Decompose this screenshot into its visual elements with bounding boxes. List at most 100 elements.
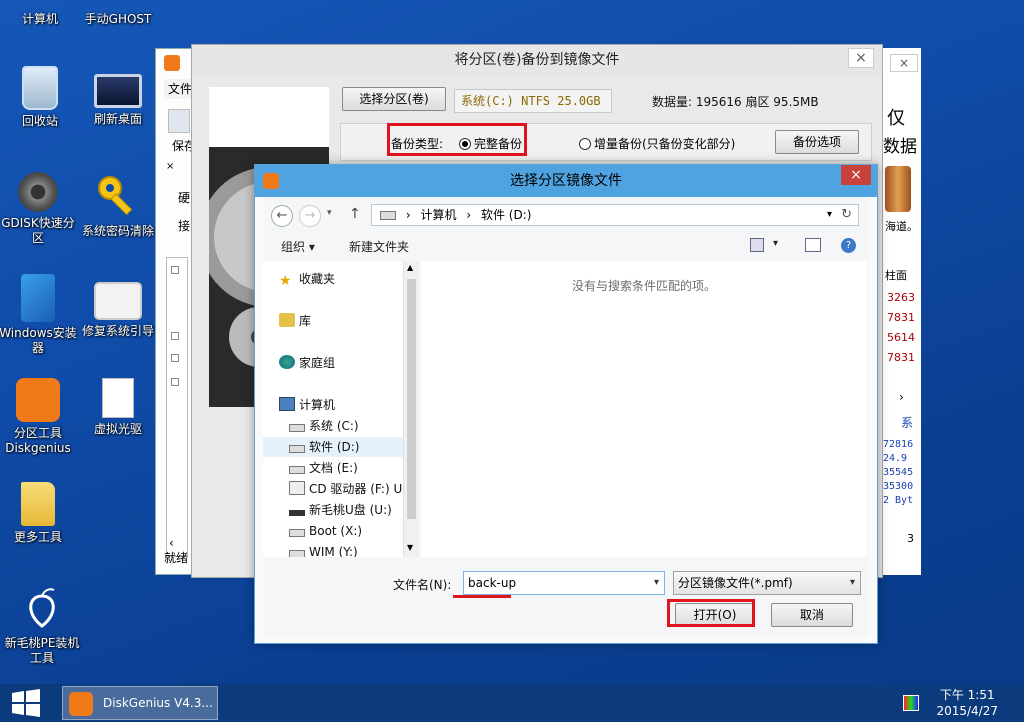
desktop-icon-virtual-drive[interactable]: 虚拟光驱 (78, 378, 158, 437)
up-arrow-icon[interactable]: ↑ (349, 206, 361, 222)
desktop-icon-password[interactable]: 系统密码清除 (78, 172, 158, 239)
right-sys: 系 (901, 416, 914, 430)
drive-icon (289, 529, 305, 537)
menu-file[interactable]: 文件 (164, 79, 194, 99)
drive-small-icon (380, 211, 396, 220)
desktop-icon-computer[interactable]: 计算机 (0, 0, 80, 27)
desktop-icon-more-tools-label: 更多工具 (13, 530, 62, 544)
breadcrumb-computer[interactable]: 计算机 (420, 208, 456, 222)
desktop-icon-ghost-label: 手动GHOST (84, 12, 152, 26)
cancel-button[interactable]: 取消 (771, 603, 853, 627)
nav-drive-f[interactable]: CD 驱动器 (F:) U (289, 479, 402, 499)
organize-menu[interactable]: 组织 ▾ (281, 238, 315, 255)
data-size-stats: 数据量: 195616 扇区 95.5MB (652, 95, 819, 109)
help-icon[interactable]: ? (841, 238, 856, 253)
clock-date: 2015/4/27 (936, 704, 998, 718)
nav-library[interactable]: 库 (279, 311, 311, 331)
nav-favorites[interactable]: ★ 收藏夹 (279, 269, 335, 289)
back-arrow-icon[interactable]: ← (271, 205, 293, 227)
file-dialog-close-button[interactable]: × (841, 165, 871, 185)
filetype-select[interactable]: 分区镜像文件(*.pmf) ▾ (673, 571, 861, 595)
tree-panel[interactable]: ‹ (166, 257, 188, 557)
library-icon (279, 313, 295, 327)
monitor-icon (94, 74, 142, 108)
star-icon: ★ (279, 273, 292, 289)
filename-input[interactable]: back-up ▾ (463, 571, 665, 595)
nav-drive-x[interactable]: Boot (X:) (289, 521, 362, 541)
filename-dropdown-icon[interactable]: ▾ (654, 572, 659, 594)
desktop-icon-pe-installer[interactable]: 新毛桃PE装机工具 (2, 584, 82, 666)
desktop-icon-virtual-drive-label: 虚拟光驱 (93, 422, 142, 436)
forward-arrow-icon[interactable]: → (299, 205, 321, 227)
right-nums: 72816 24.9 35545 35300 2 Byt (883, 439, 914, 506)
desktop-icon-recycle-bin-label: 回收站 (21, 114, 58, 128)
right-chevron[interactable]: › (899, 390, 904, 404)
refresh-icon[interactable]: ↻ (841, 205, 852, 225)
view-dropdown-icon[interactable]: ▾ (773, 238, 778, 249)
drive-icon (289, 550, 305, 557)
desktop-icon-windows-installer[interactable]: Windows安装器 (0, 274, 78, 356)
address-dropdown-icon[interactable]: ▾ (827, 205, 832, 225)
taskbar: DiskGenius V4.3... 下午 1:51 2015/4/27 (0, 684, 1024, 722)
select-partition-button[interactable]: 选择分区(卷) (342, 87, 446, 111)
view-icon[interactable] (750, 238, 764, 252)
desktop-icon-boot-repair[interactable]: 修复系统引导 (78, 274, 158, 339)
address-bar[interactable]: › 计算机 › 软件 (D:) ▾ ↻ (371, 204, 859, 226)
key-icon (94, 172, 142, 220)
desktop-icon-gdisk[interactable]: GDISK快速分区 (0, 172, 78, 246)
right-col-header: 柱面 (885, 269, 907, 282)
diskgenius-right-panel: × 仅 数据 海道。 柱面 3263 7831 5614 7831 › 系 72… (880, 48, 921, 575)
desktop-icon-diskgenius-label: 分区工具Diskgenius (5, 426, 71, 455)
desktop-icon-more-tools[interactable]: 更多工具 (0, 482, 78, 545)
partition-info: 系统(C:) NTFS 25.0GB (454, 89, 612, 113)
full-backup-highlight (387, 123, 527, 156)
peach-icon (18, 584, 66, 632)
start-button[interactable] (10, 688, 42, 718)
backup-options-button[interactable]: 备份选项 (775, 130, 859, 154)
incremental-backup-radio[interactable]: 增量备份(只备份变化部分) (579, 135, 735, 152)
desktop-icon-recycle-bin[interactable]: 回收站 (0, 66, 80, 129)
desktop-icon-refresh[interactable]: 刷新桌面 (78, 66, 158, 127)
close-icon[interactable]: × (166, 161, 174, 172)
filename-label: 文件名(N): (393, 578, 452, 592)
incremental-backup-label: 增量备份(只备份变化部分) (594, 137, 736, 151)
nav-drive-c[interactable]: 系统 (C:) (289, 416, 359, 436)
save-icon (168, 109, 190, 133)
desktop-icon-pe-installer-label: 新毛桃PE装机工具 (4, 636, 80, 665)
new-folder-button[interactable]: 新建文件夹 (349, 238, 409, 255)
clock[interactable]: 下午 1:51 2015/4/27 (936, 687, 998, 719)
taskbar-diskgenius[interactable]: DiskGenius V4.3... (62, 686, 218, 720)
desktop-icon-gdisk-label: GDISK快速分区 (1, 216, 75, 245)
gear-icon (18, 172, 58, 212)
scroll-thumb[interactable] (407, 279, 416, 519)
virtual-drive-icon (102, 378, 134, 418)
select-image-file-dialog: 选择分区镜像文件 × ← → ▾ ↑ › 计算机 › 软件 (D:) ▾ ↻ 组… (254, 164, 878, 644)
open-button-highlight (667, 599, 755, 627)
toolkit-icon (94, 282, 142, 320)
preview-pane-icon[interactable] (805, 238, 821, 252)
file-dialog-toolbar: 组织 ▾ 新建文件夹 ▾ ? (263, 233, 869, 261)
scroll-up-icon[interactable]: ▲ (407, 263, 413, 272)
nav-drive-y[interactable]: WIM (Y:) (289, 542, 358, 557)
nav-computer[interactable]: 计算机 (279, 395, 335, 415)
breadcrumb-drive[interactable]: 软件 (D:) (481, 208, 531, 222)
filetype-dropdown-icon[interactable]: ▾ (850, 572, 855, 594)
desktop-icon-ghost[interactable]: 手动GHOST (78, 0, 158, 27)
desktop-icon-diskgenius[interactable]: 分区工具Diskgenius (0, 378, 78, 456)
homegroup-icon (279, 355, 295, 369)
nav-drive-u[interactable]: 新毛桃U盘 (U:) (289, 500, 392, 520)
nav-scrollbar[interactable]: ▲ ▼ (403, 261, 419, 557)
nav-drive-d[interactable]: 软件 (D:) (263, 437, 403, 457)
nav-homegroup[interactable]: 家庭组 (279, 353, 335, 373)
tray-icon[interactable] (903, 695, 919, 711)
close-button[interactable]: × (890, 54, 918, 72)
windows-logo-icon (12, 689, 40, 717)
history-dropdown-icon[interactable]: ▾ (327, 208, 332, 218)
scroll-down-icon[interactable]: ▼ (407, 543, 413, 552)
side-connect-label: 接 (178, 219, 191, 233)
navigation-pane: ★ 收藏夹 库 家庭组 计算机 系统 (C:) 软件 (D:) 文档 (E:) C… (263, 261, 411, 557)
file-list-area[interactable]: 没有与搜索条件匹配的项。 (421, 261, 867, 557)
nav-drive-e[interactable]: 文档 (E:) (289, 458, 358, 478)
backup-dialog-close-button[interactable]: × (848, 48, 874, 68)
computer-icon (279, 397, 295, 411)
